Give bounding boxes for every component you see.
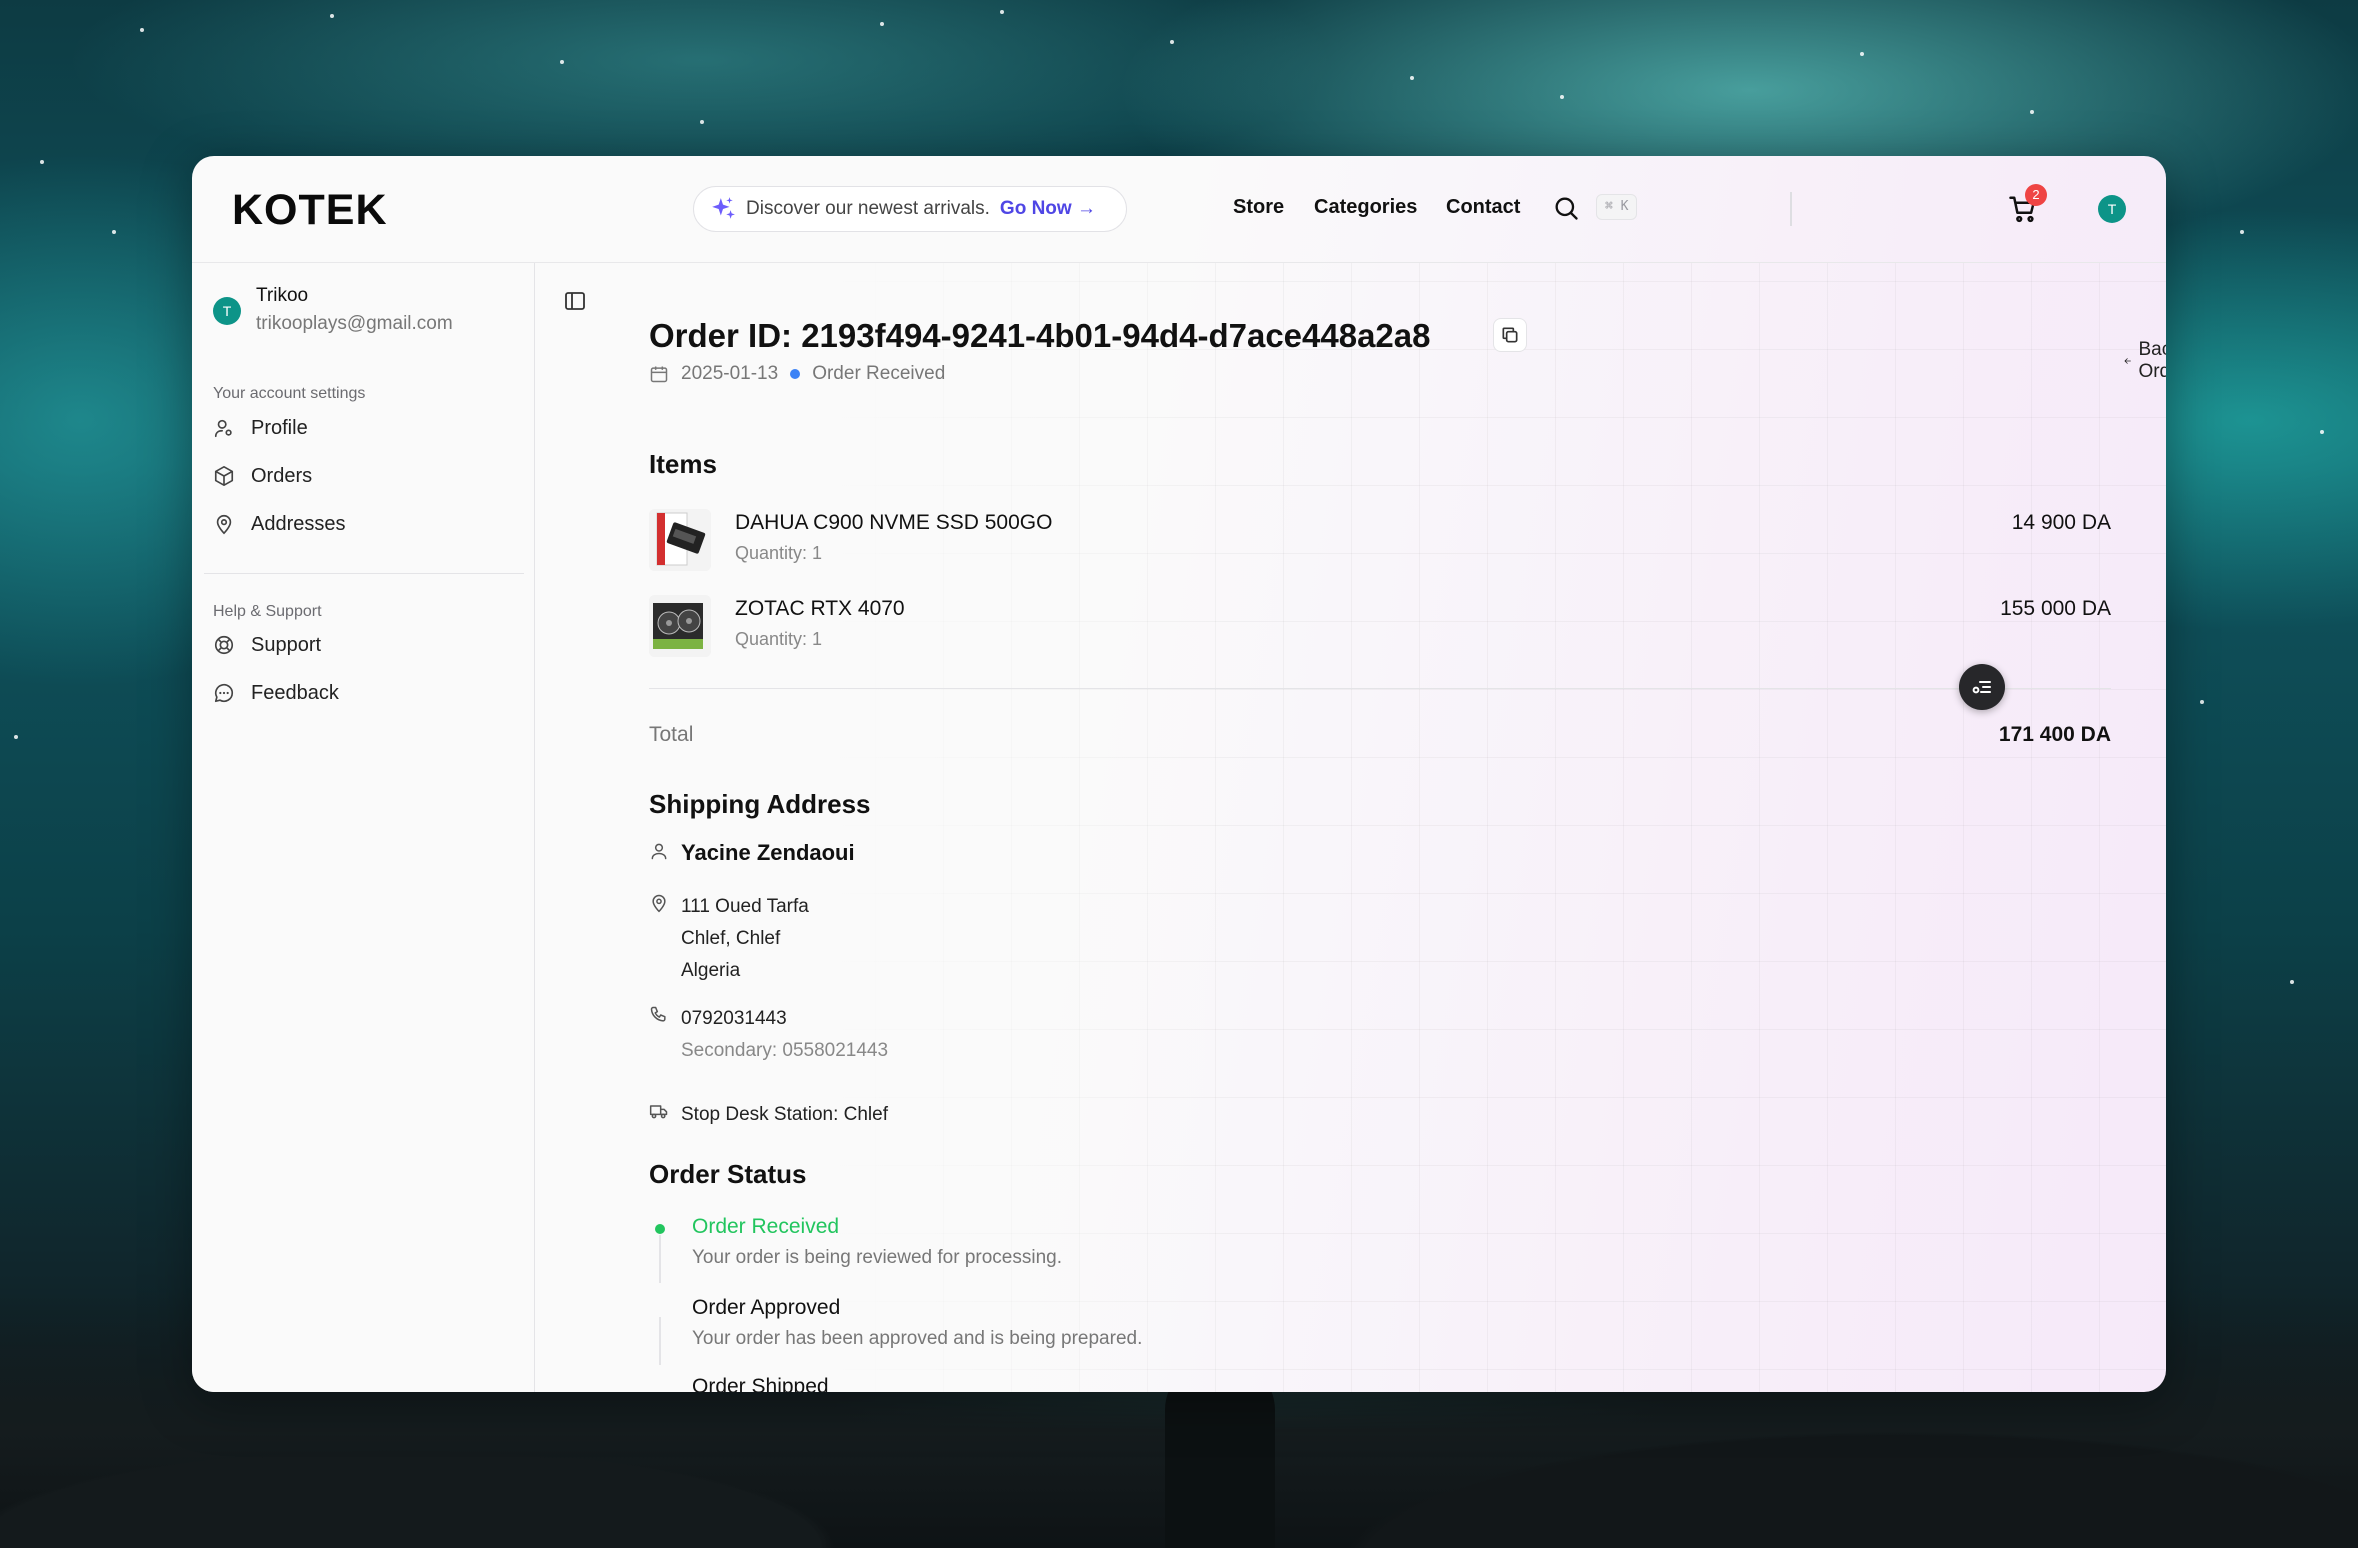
list-filter-icon: [1972, 681, 1991, 694]
map-pin-icon: [652, 894, 666, 913]
address-line1: 111 Oued Tarfa: [681, 896, 809, 917]
sparkles-icon: [712, 197, 735, 219]
order-id-title: Order ID: 2193f494-9241-4b01-94d4-d7ace4…: [649, 317, 1431, 354]
search-icon[interactable]: [1552, 194, 1580, 222]
address-country: Algeria: [681, 960, 741, 981]
timeline-dot-active: [655, 1224, 665, 1234]
order-status-label: Order Received: [812, 363, 946, 384]
promo-go-now-link[interactable]: Go Now →: [1000, 198, 1096, 220]
help-support-heading: Help & Support: [213, 603, 322, 620]
user-name: Trikoo: [256, 285, 309, 306]
item-name: DAHUA C900 NVME SSD 500GO: [735, 511, 1053, 534]
address-row: 111 Oued Tarfa Chlef, Chlef Algeria: [649, 891, 809, 987]
background-fade: [535, 263, 1235, 1392]
user-avatar[interactable]: T: [2098, 195, 2126, 223]
timeline-line: [659, 1317, 661, 1365]
delivery-method: Stop Desk Station: Chlef: [681, 1104, 888, 1125]
items-heading: Items: [649, 449, 717, 479]
app-window: KOTEK Discover our newest arrivals. Go N…: [192, 156, 2166, 1392]
sidebar-item-support[interactable]: Support: [213, 627, 513, 663]
life-buoy-icon: [214, 635, 234, 655]
account-sidebar: T Trikoo trikooplays@gmail.com Your acco…: [192, 263, 535, 1392]
phone-secondary: Secondary: 0558021443: [681, 1040, 889, 1061]
items-divider: [649, 688, 2111, 689]
product-thumbnail-gpu: [649, 595, 711, 657]
floating-menu-button[interactable]: [1959, 664, 2005, 710]
recipient-name: Yacine Zendaoui: [681, 840, 855, 865]
order-detail-panel: Order ID: 2193f494-9241-4b01-94d4-d7ace4…: [535, 263, 2166, 1392]
phone-icon: [650, 1006, 666, 1022]
item-price: 14 900 DA: [2011, 511, 2111, 534]
cart-count-badge: 2: [2025, 184, 2047, 206]
sidebar-item-label: Feedback: [251, 681, 339, 704]
item-quantity: Quantity: 1: [735, 543, 823, 563]
sidebar-item-label: Orders: [251, 464, 313, 487]
sidebar-item-label: Support: [251, 633, 322, 656]
shipping-heading: Shipping Address: [649, 789, 871, 819]
nav-categories[interactable]: Categories: [1314, 196, 1417, 219]
delivery-row: Stop Desk Station: Chlef: [649, 1099, 888, 1131]
map-pin-icon: [216, 514, 232, 535]
total-value: 171 400 DA: [1998, 723, 2111, 746]
phone-row: 0792031443 Secondary: 0558021443: [649, 1003, 888, 1067]
logo[interactable]: KOTEK: [232, 186, 388, 235]
sidebar-item-feedback[interactable]: Feedback: [213, 675, 513, 711]
address-line2: Chlef, Chlef: [681, 928, 781, 949]
item-name: ZOTAC RTX 4070: [735, 597, 905, 620]
header-divider: [1790, 192, 1792, 226]
recipient-row: Yacine Zendaoui: [649, 839, 855, 867]
search-shortcut: ⌘ K: [1596, 194, 1638, 220]
order-item[interactable]: DAHUA C900 NVME SSD 500GO Quantity: 1 14…: [649, 509, 2111, 573]
promo-banner[interactable]: Discover our newest arrivals. Go Now →: [693, 186, 1127, 232]
step-title-approved: Order Approved: [692, 1296, 841, 1319]
nav-store[interactable]: Store: [1233, 196, 1284, 219]
status-dot: [790, 369, 801, 379]
timeline-line: [659, 1235, 661, 1283]
sidebar-item-label: Profile: [251, 416, 308, 439]
sidebar-item-orders[interactable]: Orders: [213, 458, 513, 494]
sidebar-toggle-icon[interactable]: [563, 289, 587, 313]
product-thumbnail-ssd: [649, 509, 711, 571]
step-title-shipped: Order Shipped: [692, 1375, 829, 1392]
sidebar-avatar: T: [213, 297, 241, 325]
user-icon: [651, 843, 667, 860]
order-item[interactable]: ZOTAC RTX 4070 Quantity: 1 155 000 DA: [649, 595, 2111, 659]
sidebar-divider: [204, 573, 524, 574]
order-status-heading: Order Status: [649, 1159, 807, 1189]
item-quantity: Quantity: 1: [735, 629, 823, 649]
phone-primary: 0792031443: [681, 1008, 787, 1029]
sidebar-item-addresses[interactable]: Addresses: [213, 506, 513, 542]
copy-icon: [1502, 327, 1518, 343]
truck-icon: [649, 1105, 668, 1119]
address-block: 111 Oued Tarfa Chlef, Chlef Algeria: [681, 891, 809, 987]
order-date: 2025-01-13: [681, 363, 779, 384]
total-label: Total: [649, 723, 694, 746]
account-settings-heading: Your account settings: [213, 385, 366, 402]
arrow-left-icon: [2124, 358, 2131, 364]
package-icon: [214, 466, 234, 486]
phone-block: 0792031443 Secondary: 0558021443: [681, 1003, 888, 1067]
back-label: Back to Orders: [2138, 339, 2166, 382]
message-circle-icon: [214, 683, 234, 703]
order-meta: 2025-01-13 Order Received: [649, 363, 945, 385]
user-icon: [214, 419, 232, 438]
step-title-received: Order Received: [692, 1215, 840, 1238]
user-email: trikooplays@gmail.com: [256, 313, 453, 334]
step-desc-approved: Your order has been approved and is bein…: [692, 1328, 1143, 1349]
calendar-icon: [650, 366, 668, 383]
sidebar-item-profile[interactable]: Profile: [213, 410, 513, 446]
nav-contact[interactable]: Contact: [1446, 196, 1520, 219]
item-price: 155 000 DA: [2000, 597, 2111, 620]
copy-order-id-button[interactable]: [1493, 318, 1527, 352]
back-to-orders-link[interactable]: Back to Orders: [2123, 339, 2166, 383]
top-header: KOTEK Discover our newest arrivals. Go N…: [192, 156, 2166, 263]
sidebar-item-label: Addresses: [251, 512, 346, 535]
promo-text: Discover our newest arrivals.: [746, 198, 990, 219]
step-desc-received: Your order is being reviewed for process…: [692, 1247, 1062, 1268]
